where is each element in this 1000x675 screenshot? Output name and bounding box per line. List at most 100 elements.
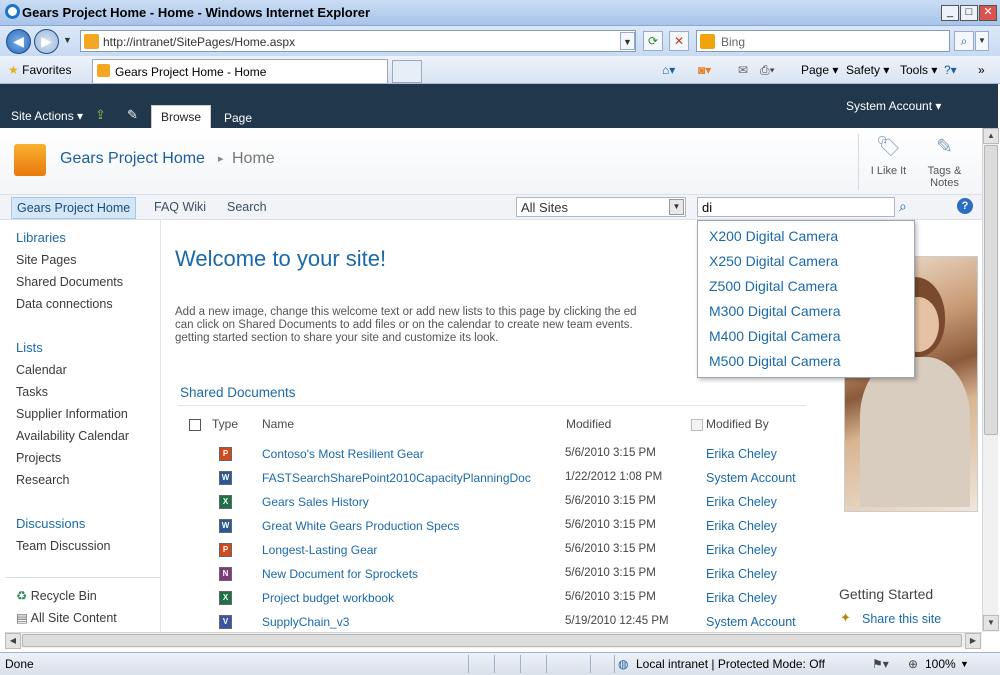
word-icon[interactable]: W: [219, 519, 232, 533]
site-title-link[interactable]: Gears Project Home: [60, 150, 205, 168]
suggestion-item[interactable]: M300 Digital Camera: [709, 303, 841, 319]
help-icon[interactable]: ?▾: [944, 63, 957, 77]
site-logo-icon[interactable]: [14, 144, 46, 176]
navigate-up-icon[interactable]: ⇪: [95, 107, 106, 123]
back-button[interactable]: ◀: [6, 29, 31, 54]
favorites-button[interactable]: ★ Favorites: [8, 63, 71, 77]
home-icon[interactable]: ⌂▾: [662, 63, 675, 77]
excel-icon[interactable]: X: [219, 495, 232, 509]
excel-icon[interactable]: X: [219, 591, 232, 605]
zoom-dropdown-icon[interactable]: ▼: [960, 659, 969, 669]
modified-by-link[interactable]: Erika Cheley: [706, 591, 777, 605]
security-zone-text[interactable]: Local intranet | Protected Mode: Off: [636, 657, 825, 671]
protected-mode-icon[interactable]: ⚑▾: [872, 657, 889, 671]
document-link[interactable]: New Document for Sprockets: [262, 567, 418, 581]
forward-button[interactable]: ▶: [34, 29, 59, 54]
onenote-icon[interactable]: N: [219, 567, 232, 581]
suggestion-item[interactable]: M400 Digital Camera: [709, 328, 841, 344]
libraries-heading[interactable]: Libraries: [16, 230, 66, 245]
maximize-button[interactable]: □: [960, 5, 978, 21]
select-all-checkbox[interactable]: [189, 419, 201, 431]
new-tab-button[interactable]: [392, 60, 422, 83]
nav-tasks[interactable]: Tasks: [16, 385, 48, 399]
modified-by-link[interactable]: Erika Cheley: [706, 567, 777, 581]
zoom-level[interactable]: 100%: [925, 657, 956, 671]
web-search-box[interactable]: Bing: [696, 30, 950, 52]
i-like-it-button[interactable]: 🏷 I Like It: [861, 134, 916, 177]
horizontal-scroll-thumb[interactable]: [22, 634, 962, 647]
topnav-faq-wiki[interactable]: FAQ Wiki: [154, 200, 206, 214]
chevron-down-icon[interactable]: ▼: [669, 199, 684, 215]
document-link[interactable]: SupplyChain_v3: [262, 615, 349, 629]
nav-calendar[interactable]: Calendar: [16, 363, 67, 377]
document-link[interactable]: Gears Sales History: [262, 495, 369, 509]
scroll-up-icon[interactable]: ▲: [983, 128, 999, 144]
powerpoint-icon[interactable]: P: [219, 447, 232, 461]
modified-by-link[interactable]: Erika Cheley: [706, 519, 777, 533]
topnav-search[interactable]: Search: [227, 200, 267, 214]
document-link[interactable]: Longest-Lasting Gear: [262, 543, 377, 557]
nav-data-connections[interactable]: Data connections: [16, 297, 113, 311]
toolbar-overflow-icon[interactable]: »: [978, 63, 985, 77]
powerpoint-icon[interactable]: P: [219, 543, 232, 557]
modified-by-link[interactable]: System Account: [706, 471, 796, 485]
browser-tab-active[interactable]: Gears Project Home - Home: [92, 59, 388, 83]
web-search-button[interactable]: ⌕: [954, 31, 974, 51]
nav-site-pages[interactable]: Site Pages: [16, 253, 76, 267]
scroll-right-icon[interactable]: ▶: [965, 633, 981, 649]
zoom-icon[interactable]: ⊕: [908, 657, 918, 671]
column-modified[interactable]: Modified: [566, 417, 611, 431]
scroll-left-icon[interactable]: ◀: [5, 633, 21, 649]
user-menu[interactable]: System Account ▾: [846, 99, 941, 113]
suggestion-item[interactable]: M500 Digital Camera: [709, 353, 841, 369]
site-actions-menu[interactable]: Site Actions ▾: [11, 109, 83, 123]
suggestion-item[interactable]: X200 Digital Camera: [709, 228, 838, 244]
nav-availability-calendar[interactable]: Availability Calendar: [16, 429, 129, 443]
help-icon[interactable]: ?: [957, 198, 973, 214]
column-filter-icon[interactable]: [691, 419, 703, 431]
modified-by-link[interactable]: System Account: [706, 615, 796, 629]
edit-page-icon[interactable]: ✎: [127, 107, 138, 123]
suggestion-item[interactable]: Z500 Digital Camera: [709, 278, 837, 294]
share-this-site-link[interactable]: Share this site: [862, 612, 941, 626]
safety-menu[interactable]: Safety ▾: [846, 63, 889, 77]
modified-by-link[interactable]: Erika Cheley: [706, 543, 777, 557]
stop-icon[interactable]: ✕: [669, 31, 689, 51]
vertical-scroll-thumb[interactable]: [984, 145, 998, 435]
refresh-icon[interactable]: ⟳: [643, 31, 663, 51]
site-search-input[interactable]: di: [697, 197, 895, 217]
address-bar[interactable]: http://intranet/SitePages/Home.aspx: [80, 30, 636, 52]
document-link[interactable]: Great White Gears Production Specs: [262, 519, 459, 533]
document-link[interactable]: FASTSearchSharePoint2010CapacityPlanning…: [262, 471, 531, 485]
tags-notes-button[interactable]: ✎ Tags & Notes: [917, 134, 972, 189]
tab-browse[interactable]: Browse: [151, 105, 211, 128]
address-dropdown-icon[interactable]: ▼: [620, 32, 635, 50]
nav-supplier-information[interactable]: Supplier Information: [16, 407, 128, 421]
visio-icon[interactable]: V: [219, 615, 232, 629]
document-link[interactable]: Contoso's Most Resilient Gear: [262, 447, 424, 461]
topnav-gears-project-home[interactable]: Gears Project Home: [11, 197, 137, 219]
print-icon[interactable]: ⎙▾: [760, 63, 775, 78]
lists-heading[interactable]: Lists: [16, 340, 43, 355]
column-modified-by[interactable]: Modified By: [706, 417, 769, 431]
search-scope-select[interactable]: All Sites ▼: [516, 197, 686, 217]
horizontal-scrollbar[interactable]: ◀ ▶: [5, 632, 982, 649]
column-type[interactable]: Type: [212, 417, 238, 431]
feeds-icon[interactable]: ◙▾: [698, 63, 711, 77]
vertical-scrollbar[interactable]: ▲ ▼: [982, 128, 999, 632]
window-title-bar[interactable]: Gears Project Home - Home - Windows Inte…: [0, 0, 1000, 26]
nav-shared-documents[interactable]: Shared Documents: [16, 275, 123, 289]
read-mail-icon[interactable]: ✉: [738, 63, 748, 77]
modified-by-link[interactable]: Erika Cheley: [706, 495, 777, 509]
minimize-button[interactable]: _: [941, 5, 959, 21]
tools-menu[interactable]: Tools ▾: [900, 63, 937, 77]
page-menu[interactable]: Page ▾: [801, 63, 838, 77]
document-link[interactable]: Project budget workbook: [262, 591, 394, 605]
column-name[interactable]: Name: [262, 417, 294, 431]
scroll-down-icon[interactable]: ▼: [983, 615, 999, 631]
close-button[interactable]: ✕: [979, 5, 997, 21]
modified-by-link[interactable]: Erika Cheley: [706, 447, 777, 461]
recent-pages-icon[interactable]: ▼: [63, 35, 72, 45]
search-go-icon[interactable]: ⌕: [899, 198, 907, 215]
search-options-icon[interactable]: ▼: [975, 31, 989, 51]
